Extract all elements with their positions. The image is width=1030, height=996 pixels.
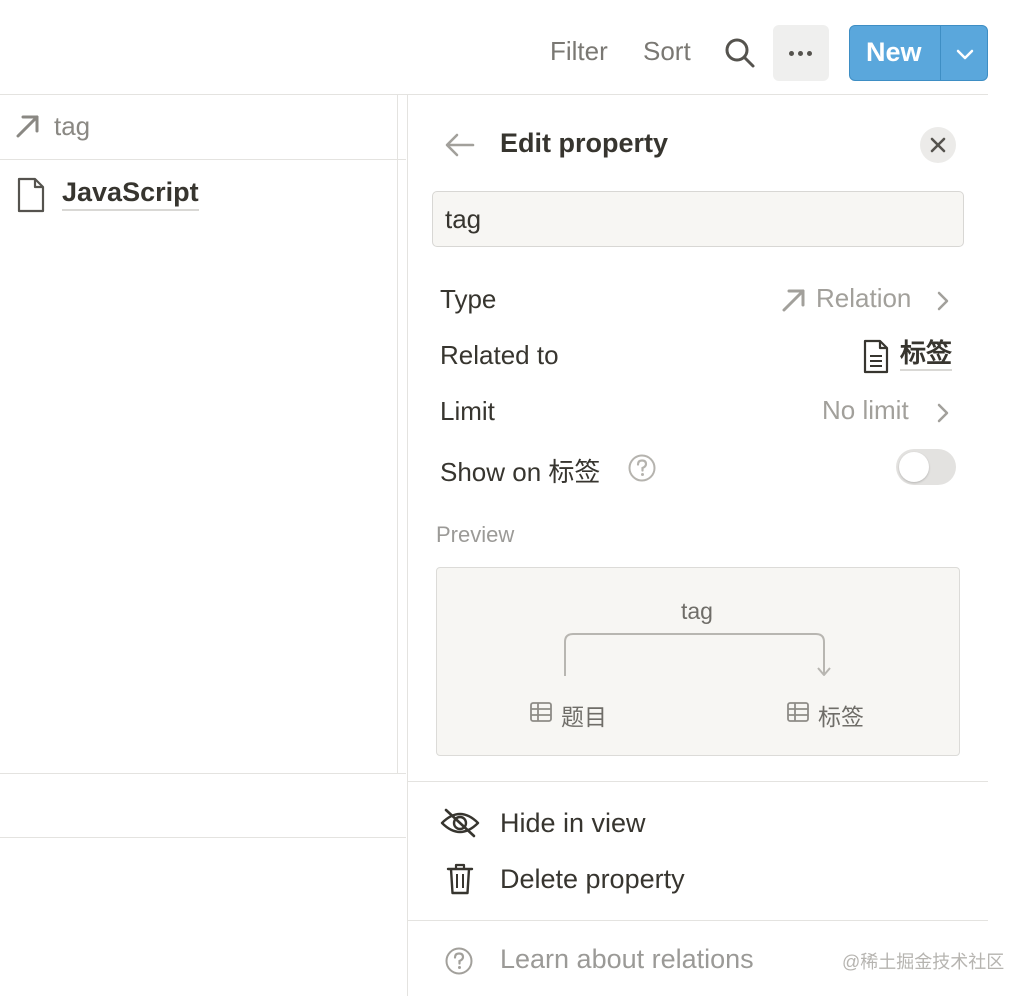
toggle-knob (899, 452, 929, 482)
type-selector[interactable]: Relation (780, 283, 956, 319)
show-on-toggle[interactable] (896, 449, 956, 485)
related-to-link[interactable]: 标签 (862, 337, 958, 377)
row-title-link[interactable]: JavaScript (62, 176, 199, 211)
relation-preview: tag 题目 标签 (436, 567, 960, 756)
close-icon (929, 136, 947, 159)
relation-connector-line (564, 633, 831, 676)
type-value: Relation (816, 283, 912, 313)
related-to-label: Related to (440, 340, 559, 370)
table-icon (529, 700, 553, 729)
hide-in-view-label: Hide in view (500, 808, 646, 838)
limit-value: No limit (822, 395, 909, 425)
eye-slash-icon (440, 807, 480, 844)
close-button[interactable] (920, 127, 956, 163)
question-circle-icon[interactable] (444, 946, 474, 981)
type-label: Type (440, 284, 497, 314)
arrow-left-icon[interactable] (444, 130, 476, 165)
watermark: @稀土掘金技术社区 (842, 952, 1005, 972)
trash-icon (446, 862, 474, 901)
page-icon (862, 339, 890, 380)
more-options-button[interactable] (773, 25, 829, 81)
chevron-right-icon (934, 401, 952, 430)
filter-button[interactable]: Filter (550, 36, 608, 67)
new-button[interactable]: New (849, 25, 988, 81)
show-on-label: Show on 标签 (440, 457, 601, 487)
panel-title: Edit property (500, 128, 669, 158)
limit-label: Limit (440, 396, 495, 426)
preview-source-label: 题目 (561, 704, 607, 730)
table-icon (786, 700, 810, 729)
chevron-down-icon[interactable] (953, 42, 977, 71)
relation-arrow-icon (14, 112, 42, 145)
preview-label: Preview (436, 522, 515, 547)
property-name-input[interactable] (432, 191, 964, 247)
question-circle-icon[interactable] (627, 453, 657, 488)
delete-property-label: Delete property (500, 864, 685, 894)
preview-target-label: 标签 (818, 704, 864, 730)
relation-arrow-icon (780, 286, 808, 319)
learn-about-relations-link[interactable]: Learn about relations (500, 944, 754, 975)
page-icon (16, 177, 46, 218)
new-button-label: New (866, 37, 922, 67)
column-header-tag[interactable]: tag (54, 111, 90, 142)
sort-button[interactable]: Sort (643, 36, 691, 67)
delete-property-button[interactable]: Delete property (430, 856, 970, 904)
preview-relation-name: tag (681, 598, 713, 624)
chevron-right-icon (934, 289, 952, 318)
search-icon[interactable] (722, 35, 758, 71)
hide-in-view-button[interactable]: Hide in view (430, 800, 970, 848)
related-to-value: 标签 (900, 337, 953, 371)
limit-selector[interactable]: No limit (822, 395, 956, 431)
